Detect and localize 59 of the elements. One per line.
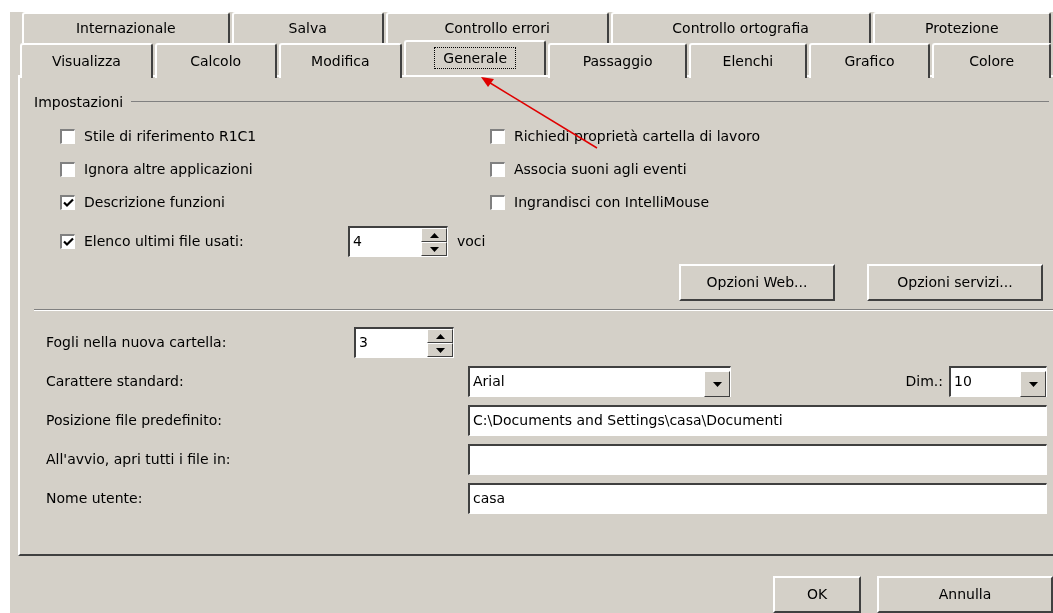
text-field[interactable]: C:\Documents and Settings\casa\Documenti [468, 405, 1047, 436]
checkbox-label: Richiedi proprietà cartella di lavoro [514, 127, 760, 146]
tab[interactable]: Calcolo [154, 43, 277, 78]
tab[interactable]: Grafico [808, 43, 931, 78]
checkbox-label: Ingrandisci con IntelliMouse [514, 193, 709, 212]
field-label: Fogli nella nuova cartella: [45, 333, 228, 352]
up-triangle-icon [435, 333, 445, 339]
checkbox-label: Stile di riferimento R1C1 [84, 127, 257, 146]
checkbox[interactable] [490, 195, 505, 210]
check-icon [62, 237, 74, 247]
checkbox-label: Associa suoni agli eventi [514, 160, 687, 179]
tab[interactable]: Colore [932, 43, 1051, 78]
down-triangle-icon [429, 246, 439, 252]
checkbox-label: Elenco ultimi file usati: [84, 232, 245, 251]
down-triangle-icon [1028, 381, 1038, 387]
checkbox[interactable] [60, 129, 75, 144]
field-label: Posizione file predefinito: [45, 411, 223, 430]
checkbox-label: Descrizione funzioni [84, 193, 225, 212]
options-button[interactable]: Opzioni servizi... [867, 264, 1043, 301]
tab[interactable]: Salva [231, 12, 384, 43]
tab[interactable]: Passaggio [548, 43, 688, 78]
checkbox[interactable] [60, 195, 75, 210]
text-field[interactable] [468, 444, 1047, 475]
checkbox[interactable] [60, 162, 75, 177]
checkbox-label: Ignora altre applicazioni [84, 160, 253, 179]
field-label: Carattere standard: [45, 372, 185, 391]
dropdown[interactable]: Arial [468, 366, 731, 397]
down-triangle-icon [712, 381, 722, 387]
spin-down-button[interactable] [421, 242, 447, 256]
checkbox[interactable] [490, 162, 505, 177]
tab[interactable]: Modifica [278, 43, 403, 78]
down-triangle-icon [435, 347, 445, 353]
tab[interactable]: Internazionale [22, 12, 230, 43]
checkbox[interactable] [490, 129, 505, 144]
up-triangle-icon [429, 232, 439, 238]
field-label: Nome utente: [45, 489, 144, 508]
tab[interactable]: Protezione [872, 12, 1051, 43]
tab[interactable]: Elenchi [689, 43, 807, 78]
spin-field[interactable]: 3 [354, 327, 454, 358]
dropdown-button[interactable] [1020, 371, 1046, 397]
unit-label: voci [457, 232, 486, 251]
dropdown-button[interactable] [704, 371, 730, 397]
spin-down-button[interactable] [427, 343, 453, 357]
tab[interactable]: Controllo errori [385, 12, 609, 43]
text-field[interactable]: casa [468, 483, 1047, 514]
cancel-button[interactable]: Annulla [877, 576, 1053, 613]
tab[interactable]: Controllo ortografia [610, 12, 871, 43]
field-label: Dim.: [905, 372, 943, 391]
dropdown[interactable]: 10 [949, 366, 1047, 397]
checkbox[interactable] [60, 234, 75, 249]
spin-field[interactable]: 4 [348, 226, 448, 257]
options-button[interactable]: Opzioni Web... [679, 264, 835, 301]
field-label: All'avvio, apri tutti i file in: [45, 450, 232, 469]
check-icon [62, 198, 74, 208]
spin-up-button[interactable] [427, 329, 453, 343]
tab[interactable]: Visualizza [20, 43, 153, 78]
tab[interactable]: Generale [404, 40, 547, 75]
spin-up-button[interactable] [421, 228, 447, 242]
ok-button[interactable]: OK [773, 576, 861, 613]
